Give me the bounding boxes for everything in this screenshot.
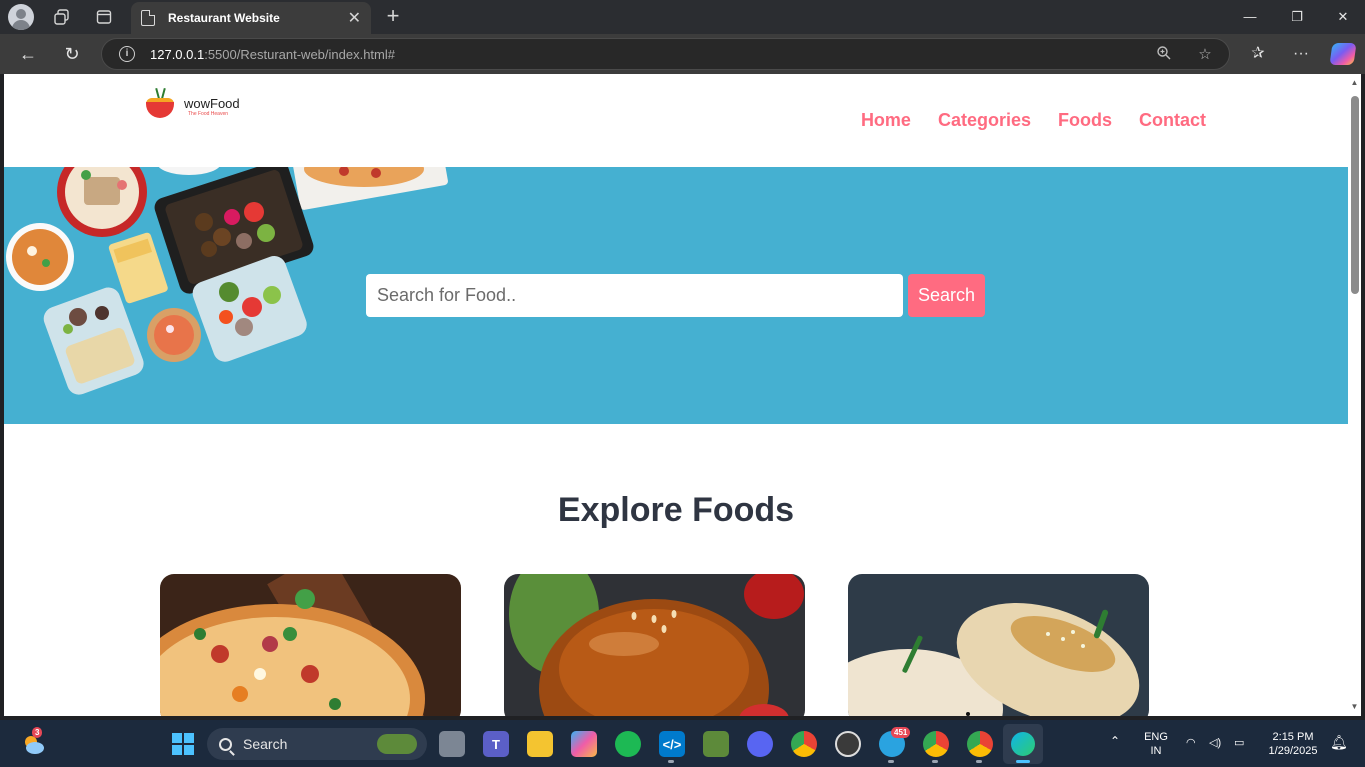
copilot-icon[interactable] [1329, 43, 1357, 65]
nav-categories-link[interactable]: Categories [938, 110, 1031, 131]
favorite-star-icon[interactable]: ☆ [1195, 45, 1215, 65]
telegram-icon[interactable]: 451 [879, 727, 911, 757]
burger-card[interactable] [504, 574, 805, 716]
food-search-hero: Search [4, 167, 1348, 424]
show-hidden-icons[interactable]: ⌃ [1110, 734, 1120, 748]
obs-icon[interactable] [835, 731, 861, 757]
chrome-profile-2-icon[interactable] [967, 731, 993, 757]
scroll-up-arrow-icon[interactable]: ▲ [1349, 78, 1360, 87]
start-windows-icon[interactable] [170, 731, 196, 757]
food-search-form: Search [366, 274, 985, 317]
food-categories [160, 574, 1149, 716]
url-text: 127.0.0.1:5500/Resturant-web/index.html# [150, 46, 395, 62]
nav-home-link[interactable]: Home [861, 110, 911, 131]
edge-icon[interactable] [1003, 724, 1043, 764]
site-logo[interactable]: wowFood The Food Heaven [142, 87, 240, 124]
site-header: wowFood The Food Heaven Home Categories … [4, 74, 1348, 167]
back-arrow-icon[interactable]: ← [15, 41, 41, 67]
wifi-icon[interactable]: ◠ [1186, 736, 1196, 750]
tab-title: Restaurant Website [168, 11, 280, 25]
task-view-icon[interactable] [439, 731, 465, 757]
close-window-icon[interactable]: ✕ [1330, 5, 1356, 29]
scroll-down-arrow-icon[interactable]: ▼ [1349, 702, 1360, 711]
minecraft-icon[interactable] [703, 731, 729, 757]
notifications-bell-icon[interactable]: 🔔︎ [1330, 735, 1348, 749]
language-indicator[interactable]: ENG IN [1140, 730, 1172, 758]
brand-tagline: The Food Heaven [188, 110, 229, 117]
browser-toolbar: ← ↻ i 127.0.0.1:5500/Resturant-web/index… [0, 34, 1365, 74]
address-bar[interactable]: i 127.0.0.1:5500/Resturant-web/index.htm… [101, 38, 1230, 70]
brand-name: wowFood [184, 95, 240, 111]
search-icon [219, 737, 232, 751]
main-nav: Home Categories Foods Contact [861, 110, 1206, 131]
battery-icon[interactable]: ▭ [1234, 736, 1244, 750]
web-page: wowFood The Food Heaven Home Categories … [4, 74, 1348, 716]
page-scrollbar[interactable]: ▲ ▼ [1348, 74, 1361, 716]
nav-contact-link[interactable]: Contact [1139, 110, 1206, 131]
tab-restaurant-website[interactable]: Restaurant Website ✕ [131, 2, 371, 34]
new-tab-button[interactable]: + [381, 4, 405, 30]
vscode-icon[interactable]: </> [659, 731, 685, 757]
tab-close-icon[interactable]: ✕ [348, 8, 361, 28]
tab-actions-icon[interactable] [91, 5, 117, 29]
search-highlight-icon [377, 734, 417, 754]
burger-icon [504, 574, 805, 716]
workspaces-icon[interactable] [49, 5, 75, 29]
food-bowl-icon [142, 87, 178, 124]
file-explorer-icon[interactable] [527, 731, 553, 757]
windows-taskbar: 3 Search T </> 451 ⌃ ENG IN ◠ ◁) ▭ 2:15 … [0, 720, 1365, 767]
site-info-icon[interactable]: i [119, 46, 135, 62]
page-icon [141, 10, 155, 26]
copilot-app-icon[interactable] [571, 731, 597, 757]
zoom-icon[interactable] [1154, 45, 1174, 65]
food-search-input[interactable] [366, 274, 903, 317]
chrome-icon[interactable] [791, 731, 817, 757]
spotify-icon[interactable] [615, 731, 641, 757]
taskbar-search-label: Search [243, 736, 288, 752]
pizza-card[interactable] [160, 574, 461, 716]
nav-foods-link[interactable]: Foods [1058, 110, 1112, 131]
volume-icon[interactable]: ◁) [1209, 736, 1221, 750]
discord-icon[interactable] [747, 731, 773, 757]
search-button[interactable]: Search [908, 274, 985, 317]
pizza-icon [160, 574, 461, 716]
favorites-icon[interactable]: ✰ [1245, 41, 1271, 67]
taskbar-search-box[interactable]: Search [207, 728, 427, 760]
dumpling-icon [848, 574, 1149, 716]
clock[interactable]: 2:15 PM 1/29/2025 [1262, 730, 1324, 758]
chrome-profile-icon[interactable] [923, 731, 949, 757]
telegram-badge: 451 [891, 727, 911, 738]
explore-foods-heading: Explore Foods [557, 491, 795, 529]
profile-avatar-icon[interactable] [8, 4, 34, 30]
browser-tab-bar: Restaurant Website ✕ + — ❐ ✕ [0, 0, 1365, 34]
more-menu-icon[interactable]: ··· [1288, 41, 1314, 67]
refresh-icon[interactable]: ↻ [59, 41, 85, 67]
scrollbar-thumb[interactable] [1351, 96, 1359, 294]
momo-card[interactable] [848, 574, 1149, 716]
restore-icon[interactable]: ❐ [1284, 5, 1310, 29]
weather-widget-icon[interactable]: 3 [20, 727, 46, 757]
teams-icon[interactable]: T [483, 731, 509, 757]
minimize-icon[interactable]: — [1237, 5, 1263, 29]
